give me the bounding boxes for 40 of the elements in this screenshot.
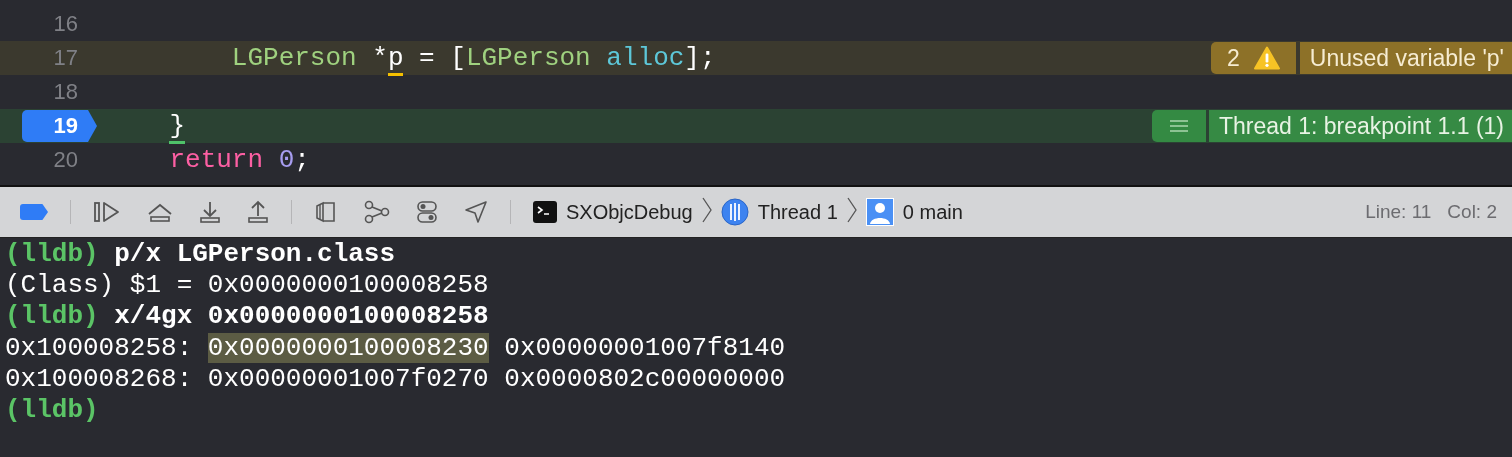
console-output: 0x00000001007f8140 (504, 332, 786, 363)
menu-icon[interactable] (1151, 110, 1206, 142)
toggles-icon[interactable] (416, 200, 438, 224)
console-output: 0x0000802c00000000 (504, 363, 786, 394)
step-into-icon[interactable] (199, 200, 221, 224)
console-output: 0x00000001007f0270 (207, 363, 489, 394)
code-line: } (169, 111, 186, 144)
console-output: 0x100008268: (5, 363, 193, 394)
code-line: LGPerson *p = [LGPerson alloc]; (231, 43, 716, 76)
line-number: 16 (53, 11, 78, 37)
line-number: 18 (53, 79, 78, 105)
code-line: return 0; (169, 145, 310, 175)
warning-message: Unused variable 'p' (1299, 42, 1512, 74)
line-number: 20 (53, 147, 78, 173)
console-prompt: (lldb) (5, 238, 99, 269)
column-indicator: Col: 2 (1447, 201, 1497, 223)
console-output: 0x100008258: (5, 332, 193, 363)
highlighted-output: 0x0000000100008230 (207, 332, 489, 363)
console-prompt: (lldb) (5, 395, 99, 426)
continue-icon[interactable] (93, 200, 121, 224)
breadcrumb-item[interactable]: 0 main (902, 200, 963, 224)
breadcrumb-item[interactable]: Thread 1 (757, 200, 838, 224)
line-indicator: Line: 11 (1365, 201, 1432, 223)
layers-icon[interactable] (314, 200, 338, 224)
breakpoint-marker[interactable]: 19 (22, 110, 97, 142)
user-icon (865, 198, 894, 226)
step-out-icon[interactable] (247, 200, 269, 224)
thread-icon (720, 198, 749, 226)
issue-count-badge[interactable]: 2 (1211, 42, 1296, 74)
console-output: (Class) $1 = 0x0000000100008258 (5, 269, 489, 300)
breakpoint-message: Thread 1: breakpoint 1.1 (1) (1208, 110, 1512, 142)
breadcrumb-item[interactable]: SXObjcDebug (566, 200, 693, 224)
console-command: p/x LGPerson.class (114, 238, 396, 269)
location-arrow-icon[interactable] (464, 200, 488, 224)
terminal-icon (533, 201, 557, 223)
console-command: x/4gx 0x0000000100008258 (114, 301, 489, 332)
line-number: 17 (53, 45, 78, 71)
breakpoints-toggle[interactable] (20, 204, 48, 220)
console-prompt: (lldb) (5, 301, 99, 332)
graph-icon[interactable] (364, 200, 390, 224)
